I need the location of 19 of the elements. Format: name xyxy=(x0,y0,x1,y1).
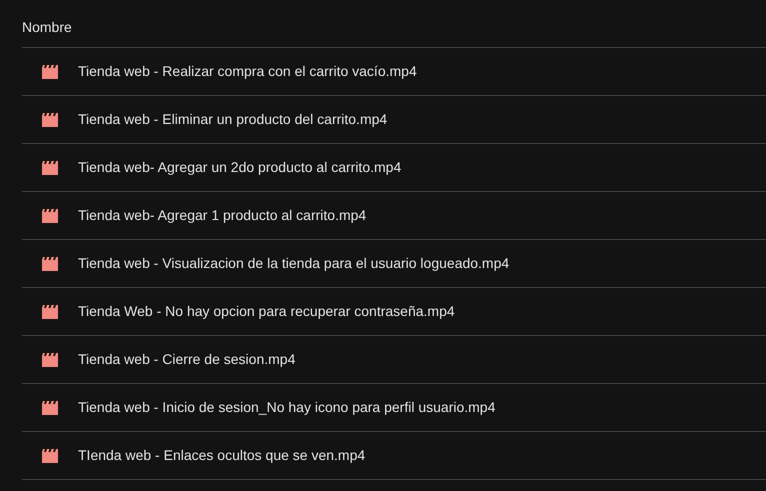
file-name[interactable]: Tienda web- Agregar 1 producto al carrito.mp4 xyxy=(78,205,366,226)
video-file-icon xyxy=(42,256,58,270)
file-name[interactable]: Tienda web - Inicio de sesion_No hay icono para perfil usuario.mp4 xyxy=(78,397,496,418)
video-file-icon xyxy=(42,112,58,126)
file-name[interactable]: Tienda Web - No hay opcion para recuperar contraseña.mp4 xyxy=(78,301,455,322)
video-file-icon xyxy=(42,400,58,414)
video-file-icon xyxy=(42,160,58,174)
video-file-icon xyxy=(42,64,58,78)
file-name[interactable]: Tienda web - Eliminar un producto del carrito.mp4 xyxy=(78,109,388,130)
video-file-icon xyxy=(42,304,58,318)
video-file-icon xyxy=(42,448,58,462)
video-file-icon xyxy=(42,352,58,366)
file-name[interactable]: Tienda web- Agregar un 2do producto al carrito.mp4 xyxy=(78,157,402,178)
file-name[interactable]: TIenda web - Enlaces ocultos que se ven.mp4 xyxy=(78,445,366,466)
file-name[interactable]: Tienda web - Cierre de sesion.mp4 xyxy=(78,349,296,370)
file-name[interactable]: Tienda web - Realizar compra con el carrito vacío.mp4 xyxy=(78,61,417,82)
column-header[interactable]: Nombre xyxy=(22,17,72,38)
file-name[interactable]: Tienda web - Visualizacion de la tienda para el usuario logueado.mp4 xyxy=(78,253,510,274)
video-file-icon xyxy=(42,208,58,222)
